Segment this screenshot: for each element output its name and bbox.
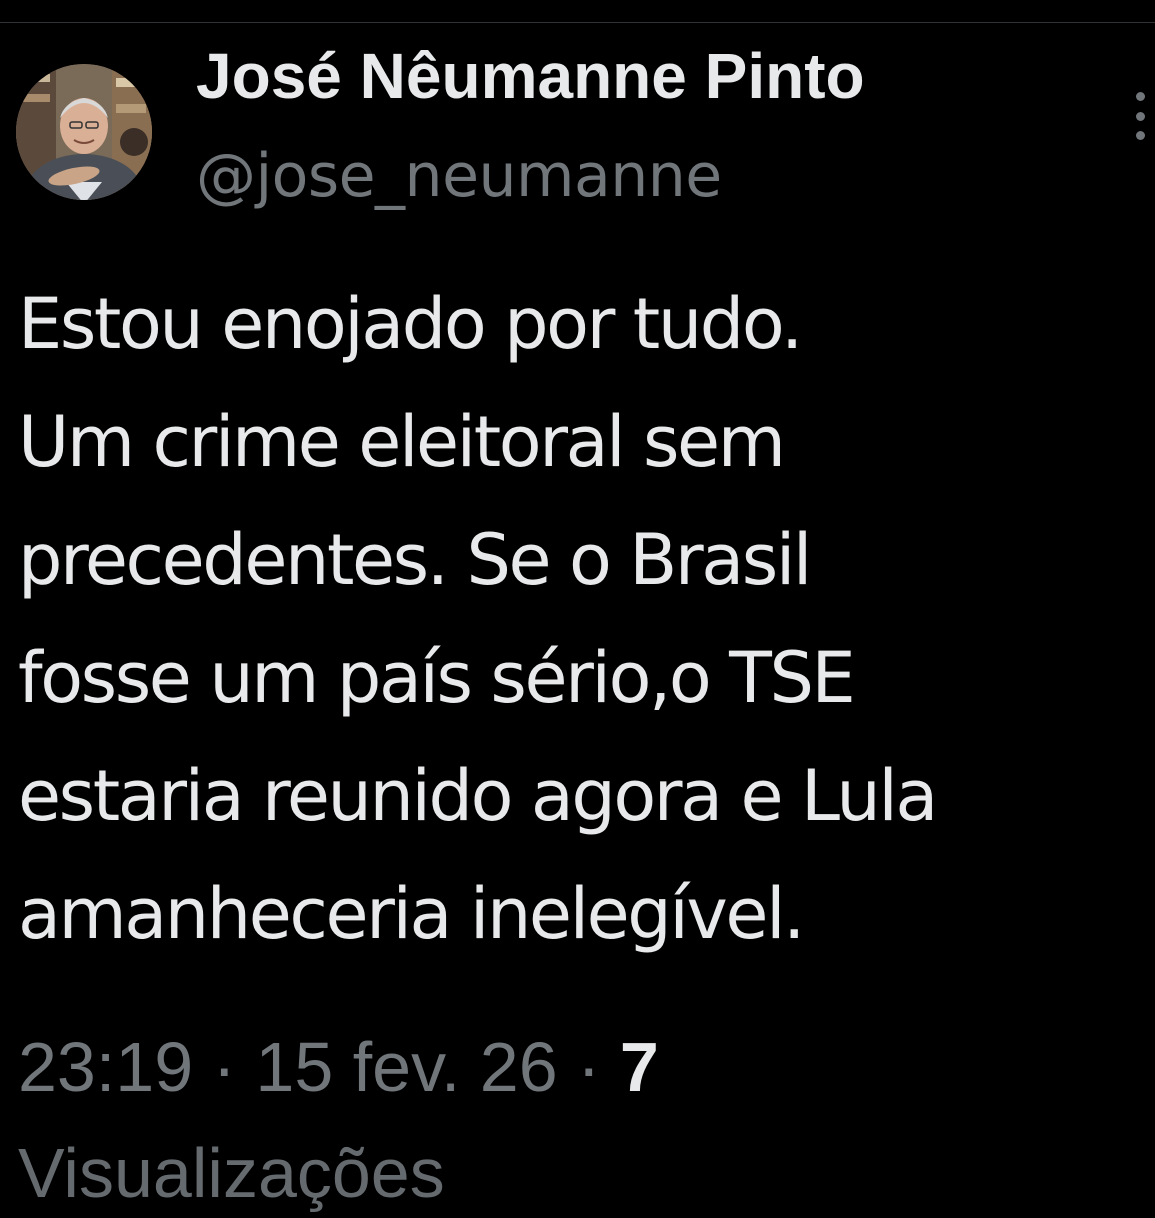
meta-separator: · — [212, 1028, 236, 1106]
menu-dot — [1135, 111, 1145, 121]
tweet-line: precedentes. Se o Brasil — [18, 519, 812, 601]
tweet-line: Estou enojado por tudo. — [18, 283, 803, 365]
tweet-meta: 23:19 · 15 fev. 26 · 7 — [18, 1022, 659, 1112]
profile-photo-icon — [16, 64, 152, 200]
views-label: Visualizações — [18, 1134, 445, 1212]
tweet-date[interactable]: 15 fev. 26 — [255, 1028, 557, 1106]
handle[interactable]: @jose_neumanne — [196, 138, 722, 214]
menu-dot — [1135, 131, 1145, 140]
top-divider — [0, 22, 1155, 23]
display-name[interactable]: José Nêumanne Pinto — [196, 36, 865, 116]
menu-dot — [1135, 92, 1145, 101]
tweet-line: estaria reunido agora e Lula — [18, 755, 938, 837]
avatar[interactable] — [16, 64, 152, 200]
tweet-line: fosse um país sério,o TSE — [18, 637, 856, 719]
view-count[interactable]: 7 — [620, 1028, 659, 1106]
tweet-line: Um crime eleitoral sem — [18, 401, 786, 483]
tweet-line: amanheceria inelegível. — [18, 873, 805, 955]
meta-separator: · — [577, 1028, 601, 1106]
tweet-text: Estou enojado por tudo. Um crime eleitor… — [18, 265, 1155, 973]
tweet-time[interactable]: 23:19 — [18, 1028, 193, 1106]
more-options-icon[interactable] — [1128, 92, 1152, 140]
